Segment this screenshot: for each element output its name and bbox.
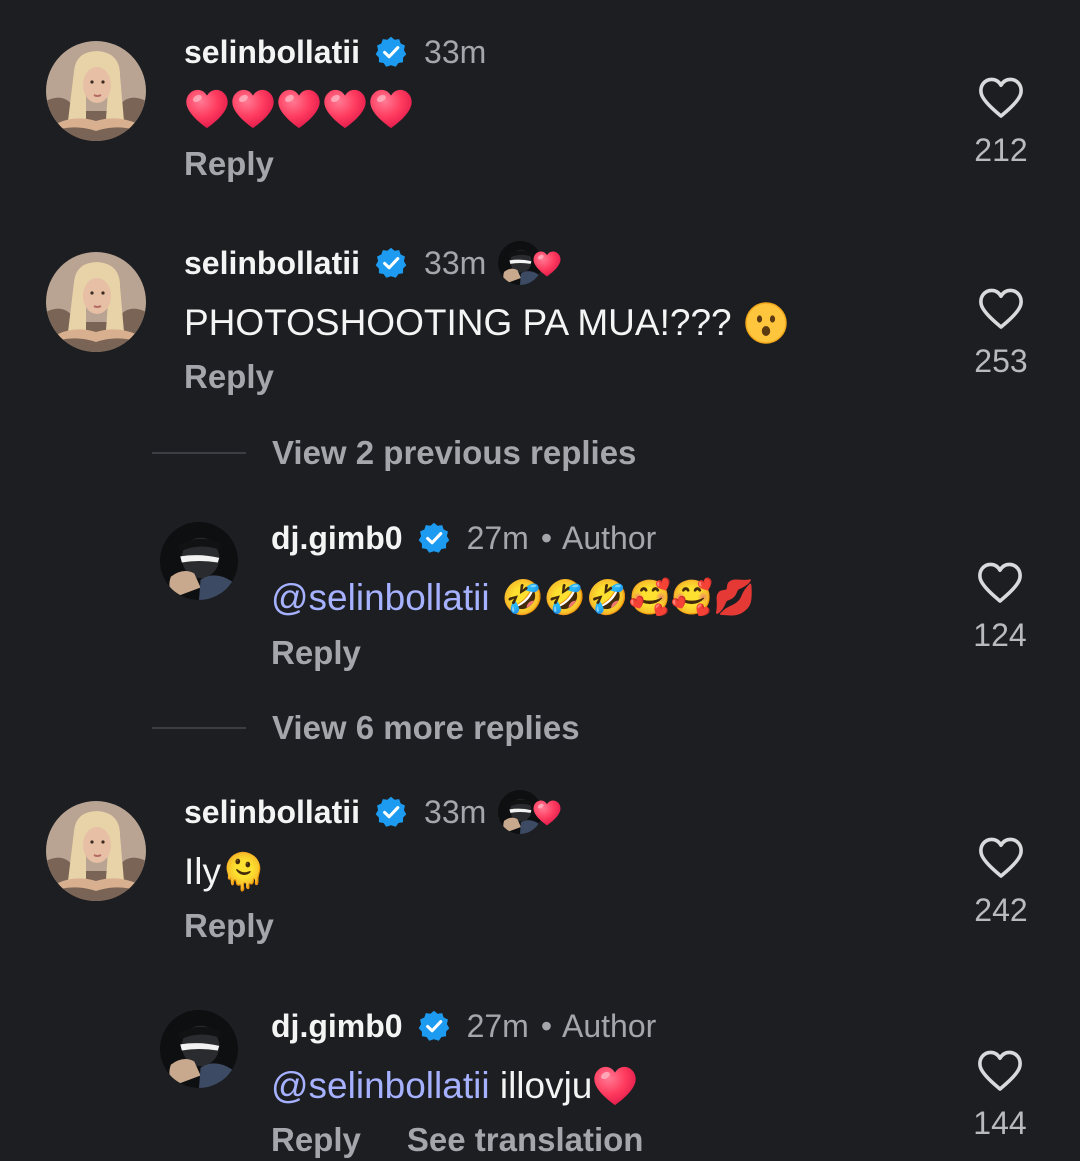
verified-badge-icon: [417, 1009, 451, 1043]
avatar[interactable]: [160, 1010, 238, 1088]
avatar[interactable]: [160, 522, 238, 600]
like-count: 253: [974, 343, 1028, 379]
thread-divider: [152, 452, 246, 454]
mention-link[interactable]: @selinbollatii: [271, 577, 490, 619]
like-count: 212: [974, 132, 1028, 168]
comment-text: @selinbollatii illovju: [271, 1061, 638, 1111]
username[interactable]: dj.gimb0: [271, 1008, 403, 1045]
comment-actions: Reply: [271, 632, 361, 674]
heart-outline-icon[interactable]: [977, 836, 1025, 880]
reply-button[interactable]: Reply: [271, 634, 361, 672]
comment-text-content: Ily: [184, 851, 221, 892]
comment-header: selinbollatii 33m: [184, 790, 564, 834]
reply-button[interactable]: Reply: [271, 1121, 361, 1159]
verified-badge-icon: [374, 35, 408, 69]
comment-text-content: illovju: [489, 1065, 593, 1106]
timestamp: 33m: [424, 793, 487, 830]
comment-header: selinbollatii 33m: [184, 241, 564, 285]
creator-heart-icon: [532, 250, 562, 278]
comment-actions: Reply: [184, 143, 274, 185]
avatar[interactable]: [46, 801, 146, 901]
see-translation-button[interactable]: See translation: [407, 1121, 644, 1159]
view-previous-replies-label: View 2 previous replies: [272, 434, 637, 471]
view-previous-replies-button[interactable]: View 2 previous replies: [152, 431, 636, 475]
heart-outline-icon[interactable]: [976, 1049, 1024, 1093]
username[interactable]: selinbollatii: [184, 794, 360, 831]
timestamp: 27m: [466, 519, 529, 556]
comment-header: dj.gimb0 27m • Author: [271, 516, 656, 560]
comment-text-content: PHOTOSHOOTING PA MUA!???: [184, 302, 732, 343]
verified-badge-icon: [417, 521, 451, 555]
author-label: Author: [562, 519, 657, 556]
separator-dot: •: [540, 519, 553, 556]
reply-button[interactable]: Reply: [184, 145, 274, 183]
like-column: 212: [946, 76, 1056, 169]
red-heart-emoji: [322, 87, 368, 131]
reply-button[interactable]: Reply: [184, 358, 274, 396]
username[interactable]: selinbollatii: [184, 245, 360, 282]
like-count: 124: [973, 617, 1027, 653]
like-count: 144: [973, 1105, 1027, 1141]
liked-by-creator-indicator: [498, 789, 564, 835]
comment-actions: Reply: [184, 356, 274, 398]
timestamp: 33m: [424, 244, 487, 281]
verified-badge-icon: [374, 795, 408, 829]
username[interactable]: dj.gimb0: [271, 520, 403, 557]
comment-text: Ily 🫠: [184, 847, 266, 897]
timestamp: 27m: [466, 1007, 529, 1044]
red-heart-emoji: [276, 87, 322, 131]
heart-outline-icon[interactable]: [977, 287, 1025, 331]
comment-actions: Reply: [184, 905, 274, 947]
like-count: 242: [974, 892, 1028, 928]
hushed-face-emoji: [744, 301, 788, 345]
username[interactable]: selinbollatii: [184, 34, 360, 71]
comment-text: @selinbollatii 🤣🤣🤣🥰🥰💋: [271, 573, 756, 623]
heart-outline-icon[interactable]: [976, 561, 1024, 605]
creator-heart-icon: [532, 799, 562, 827]
view-more-replies-label: View 6 more replies: [272, 709, 580, 746]
author-label: Author: [562, 1007, 657, 1044]
view-more-replies-button[interactable]: View 6 more replies: [152, 706, 580, 750]
comment-actions: Reply See translation: [271, 1119, 643, 1161]
like-column: 124: [945, 561, 1055, 654]
heart-outline-icon[interactable]: [977, 76, 1025, 120]
avatar[interactable]: [46, 41, 146, 141]
red-heart-emoji: [230, 87, 276, 131]
melting-face-emoji: 🫠: [221, 852, 266, 893]
avatar[interactable]: [46, 252, 146, 352]
comment-text: PHOTOSHOOTING PA MUA!???: [184, 298, 788, 348]
comment-header: selinbollatii 33m: [184, 30, 486, 74]
thread-divider: [152, 727, 246, 729]
like-column: 253: [946, 287, 1056, 380]
red-heart-emoji: [368, 87, 414, 131]
verified-badge-icon: [374, 246, 408, 280]
separator-dot: •: [540, 1007, 553, 1044]
reply-button[interactable]: Reply: [184, 907, 274, 945]
timestamp: 33m: [424, 33, 487, 70]
red-heart-emoji: [592, 1064, 638, 1108]
comment-text: [184, 84, 414, 134]
liked-by-creator-indicator: [498, 240, 564, 286]
like-column: 144: [945, 1049, 1055, 1142]
emoji-sequence: 🤣🤣🤣🥰🥰💋: [501, 578, 756, 618]
mention-link[interactable]: @selinbollatii: [271, 1065, 490, 1107]
like-column: 242: [946, 836, 1056, 929]
comment-header: dj.gimb0 27m • Author: [271, 1004, 656, 1048]
red-heart-emoji: [184, 87, 230, 131]
